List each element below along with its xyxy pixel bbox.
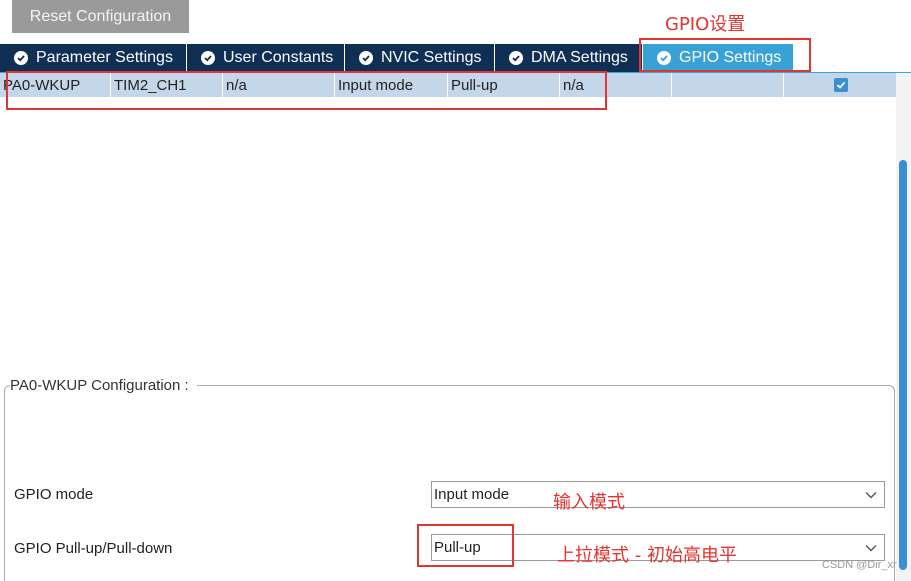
highlight-box	[6, 71, 607, 110]
tab-label: DMA Settings	[531, 49, 628, 66]
tab-label: Parameter Settings	[36, 49, 173, 66]
chevron-down-icon	[865, 545, 877, 552]
tab-label: User Constants	[223, 49, 334, 66]
reset-configuration-button[interactable]: Reset Configuration	[12, 0, 189, 33]
tab-nvic-settings[interactable]: NVIC Settings	[345, 44, 495, 72]
configuration-legend: PA0-WKUP Configuration :	[10, 377, 197, 394]
tab-parameter-settings[interactable]: Parameter Settings	[0, 44, 187, 72]
annotation-input-mode: 输入模式	[553, 492, 625, 513]
highlight-box	[639, 38, 811, 72]
check-circle-icon	[359, 51, 373, 65]
highlight-box	[417, 524, 514, 567]
check-circle-icon	[201, 51, 215, 65]
check-circle-icon	[14, 51, 28, 65]
cell-user-label	[672, 73, 784, 97]
annotation-pull-up: 上拉模式 - 初始高电平	[557, 545, 737, 566]
scrollbar-thumb[interactable]	[899, 160, 907, 570]
annotation-gpio-settings: GPIO设置	[665, 14, 746, 35]
tab-user-constants[interactable]: User Constants	[187, 44, 345, 72]
gpio-mode-value: Input mode	[434, 486, 510, 503]
check-circle-icon	[509, 51, 523, 65]
checkbox-icon[interactable]	[834, 78, 848, 92]
gpio-pull-label: GPIO Pull-up/Pull-down	[14, 540, 173, 557]
tab-label: NVIC Settings	[381, 49, 482, 66]
tab-dma-settings[interactable]: DMA Settings	[495, 44, 643, 72]
watermark: CSDN @Dir_xr	[822, 559, 897, 571]
chevron-down-icon	[865, 492, 877, 499]
gpio-mode-label: GPIO mode	[14, 486, 94, 503]
gpio-mode-select[interactable]: Input mode	[431, 481, 885, 508]
